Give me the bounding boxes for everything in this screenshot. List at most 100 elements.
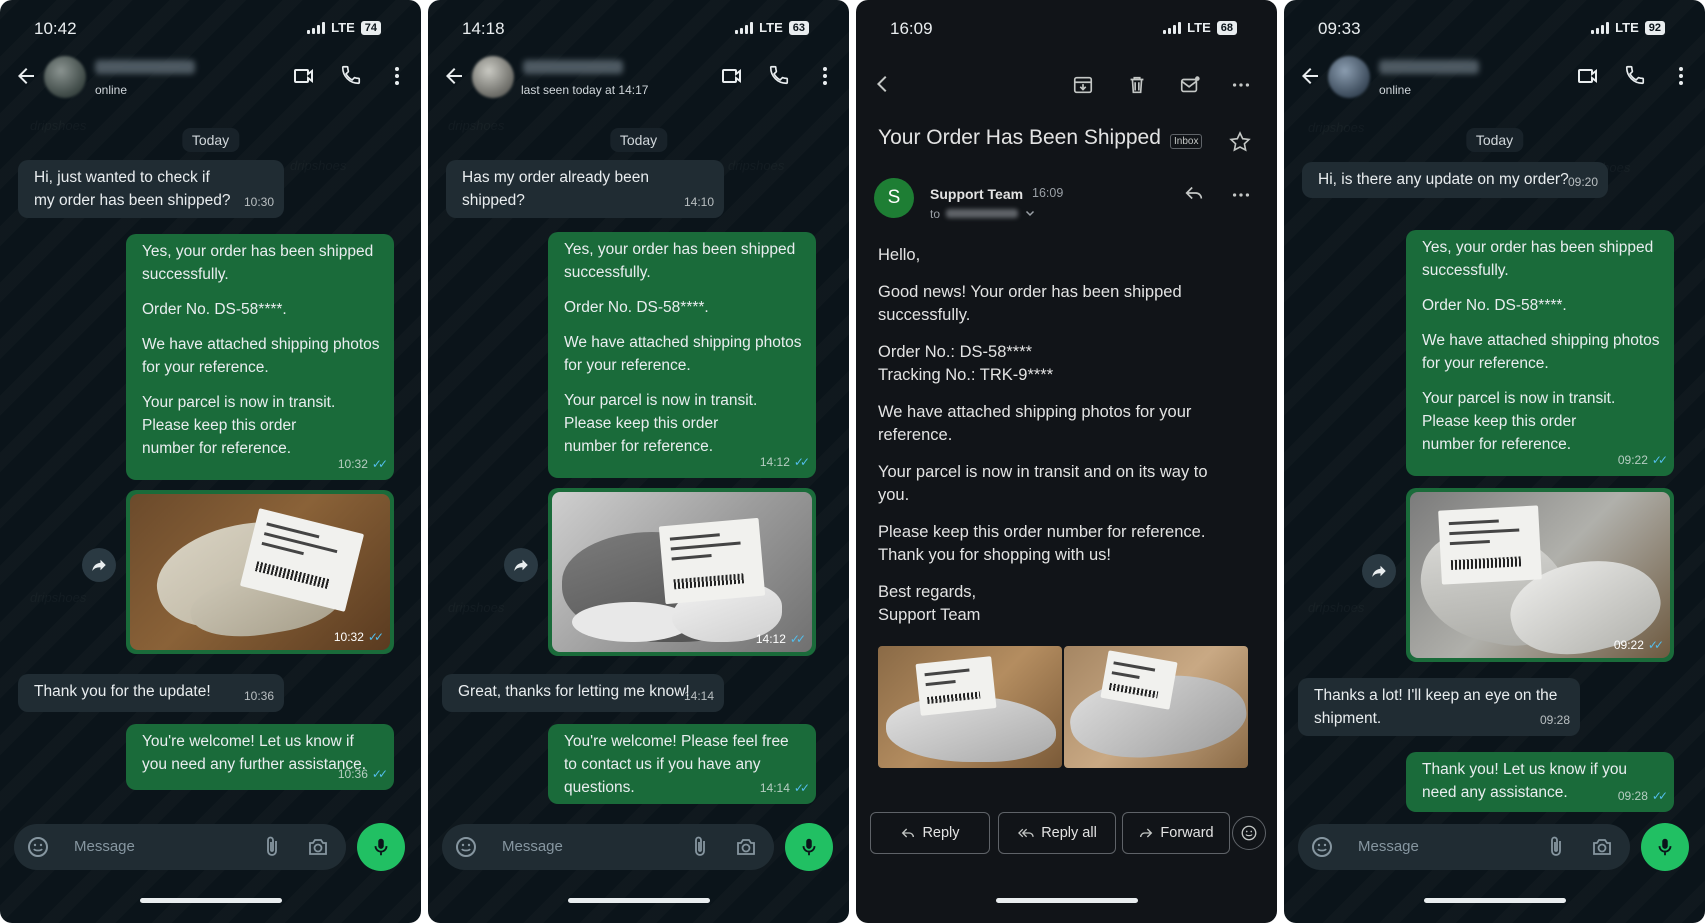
forward-button[interactable] [1362, 554, 1396, 588]
message-input-bar[interactable]: Message [14, 824, 346, 870]
message-outgoing[interactable]: Yes, your order has been shipped success… [126, 234, 394, 480]
back-arrow-icon[interactable] [14, 64, 38, 88]
watermark: dripshoes [448, 600, 504, 615]
more-vert-icon[interactable] [813, 64, 837, 88]
shipping-photo[interactable] [552, 492, 812, 652]
message-input-bar[interactable]: Message [442, 824, 774, 870]
message-incoming[interactable]: Hi, just wanted to check if my order has… [18, 160, 284, 218]
status-time: 16:09 [890, 19, 933, 38]
shipping-photo[interactable] [130, 494, 390, 650]
message-input[interactable]: Message [74, 838, 135, 855]
contact-status: online [1379, 83, 1412, 97]
photo-message[interactable]: 14:12 ✓✓ [548, 488, 816, 656]
message-paragraph: Yes, your order has been shipped success… [564, 241, 796, 281]
message-incoming[interactable]: Thank you for the update! 10:36 [18, 674, 284, 712]
tracking-number: Tracking No.: TRK-9**** [878, 366, 1054, 384]
star-icon[interactable] [1228, 130, 1252, 154]
video-call-icon[interactable] [1576, 64, 1600, 88]
contact-name-blurred[interactable] [95, 60, 195, 74]
reply-all-button[interactable]: Reply all [998, 812, 1116, 854]
photo-message[interactable]: 09:22 ✓✓ [1406, 488, 1674, 662]
message-outgoing[interactable]: Thank you! Let us know if you need any a… [1406, 752, 1674, 812]
network-label: LTE [1187, 20, 1211, 35]
avatar[interactable] [1328, 56, 1370, 98]
emoji-icon[interactable] [26, 835, 50, 859]
message-incoming[interactable]: Thanks a lot! I'll keep an eye on the sh… [1298, 678, 1580, 736]
recipient-blurred[interactable] [946, 209, 1018, 218]
avatar[interactable] [44, 56, 86, 98]
message-input[interactable]: Message [1358, 838, 1419, 855]
reply-all-label: Reply all [1041, 825, 1097, 841]
email-body: Hello, Good news! Your order has been sh… [878, 244, 1238, 627]
status-time: 09:33 [1318, 19, 1361, 38]
message-input[interactable]: Message [502, 838, 563, 855]
shipping-photo[interactable] [1410, 492, 1670, 658]
forward-label: Forward [1160, 825, 1214, 841]
email-subject: Your Order Has Been Shipped [878, 126, 1161, 149]
avatar[interactable] [472, 56, 514, 98]
mic-button[interactable] [357, 823, 405, 871]
message-incoming[interactable]: Great, thanks for letting me know! 14:14 [442, 674, 724, 712]
back-chevron-icon[interactable] [872, 72, 894, 96]
emoji-reaction-button[interactable] [1232, 816, 1266, 850]
reply-icon[interactable] [1182, 182, 1206, 204]
mic-button[interactable] [1641, 823, 1689, 871]
home-indicator [1423, 898, 1566, 903]
folder-badge[interactable]: Inbox [1170, 134, 1203, 149]
contact-name-blurred[interactable] [1379, 60, 1479, 74]
delete-icon[interactable] [1126, 74, 1148, 96]
message-outgoing[interactable]: Yes, your order has been shipped success… [548, 232, 816, 478]
email-signoff: Best regards, [878, 583, 977, 601]
message-text: Has my order already been shipped? [462, 169, 649, 209]
archive-icon[interactable] [1072, 74, 1094, 96]
forward-button[interactable]: Forward [1122, 812, 1230, 854]
phone-call-icon[interactable] [1624, 64, 1646, 86]
video-call-icon[interactable] [292, 64, 316, 88]
more-vert-icon[interactable] [385, 64, 409, 88]
sender-avatar[interactable]: S [874, 178, 914, 218]
attachment-photo[interactable] [1064, 646, 1248, 768]
mark-unread-icon[interactable] [1178, 74, 1202, 96]
message-incoming[interactable]: Has my order already been shipped? 14:10 [446, 160, 724, 218]
camera-icon[interactable] [1590, 835, 1614, 859]
message-incoming[interactable]: Hi, is there any update on my order? 09:… [1302, 162, 1608, 198]
message-outgoing[interactable]: You're welcome! Please feel free to cont… [548, 724, 816, 804]
emoji-icon[interactable] [454, 835, 478, 859]
contact-name-blurred[interactable] [523, 60, 623, 74]
phone-call-icon[interactable] [340, 64, 362, 86]
message-time: 14:10 [683, 195, 714, 209]
mic-button[interactable] [785, 823, 833, 871]
date-chip: Today [181, 128, 240, 152]
more-horiz-icon[interactable] [1230, 74, 1252, 96]
attach-icon[interactable] [688, 835, 712, 859]
photo-message[interactable]: 10:32 ✓✓ [126, 490, 394, 654]
emoji-icon[interactable] [1310, 835, 1334, 859]
message-outgoing[interactable]: Yes, your order has been shipped success… [1406, 230, 1674, 476]
message-paragraph: Your parcel is now in transit. Please ke… [142, 394, 336, 457]
message-input-bar[interactable]: Message [1298, 824, 1630, 870]
sender-name[interactable]: Support Team [930, 186, 1023, 202]
status-bar: 16:09 LTE 68 [856, 18, 1277, 42]
message-time: 14:14 [683, 689, 714, 703]
reply-button[interactable]: Reply [870, 812, 990, 854]
signal-icon [735, 21, 754, 34]
attach-icon[interactable] [1544, 835, 1568, 859]
forward-button[interactable] [504, 548, 538, 582]
mic-icon [802, 838, 816, 856]
mic-icon [1658, 838, 1672, 856]
attachment-photo[interactable] [878, 646, 1062, 768]
back-arrow-icon[interactable] [1298, 64, 1322, 88]
back-arrow-icon[interactable] [442, 64, 466, 88]
network-label: LTE [331, 20, 355, 35]
chevron-down-icon[interactable] [1024, 207, 1036, 219]
home-indicator [139, 898, 282, 903]
camera-icon[interactable] [306, 835, 330, 859]
forward-button[interactable] [82, 548, 116, 582]
message-outgoing[interactable]: You're welcome! Let us know if you need … [126, 724, 394, 790]
attach-icon[interactable] [260, 835, 284, 859]
phone-call-icon[interactable] [768, 64, 790, 86]
camera-icon[interactable] [734, 835, 758, 859]
more-horiz-icon[interactable] [1230, 184, 1252, 206]
more-vert-icon[interactable] [1669, 64, 1693, 88]
video-call-icon[interactable] [720, 64, 744, 88]
